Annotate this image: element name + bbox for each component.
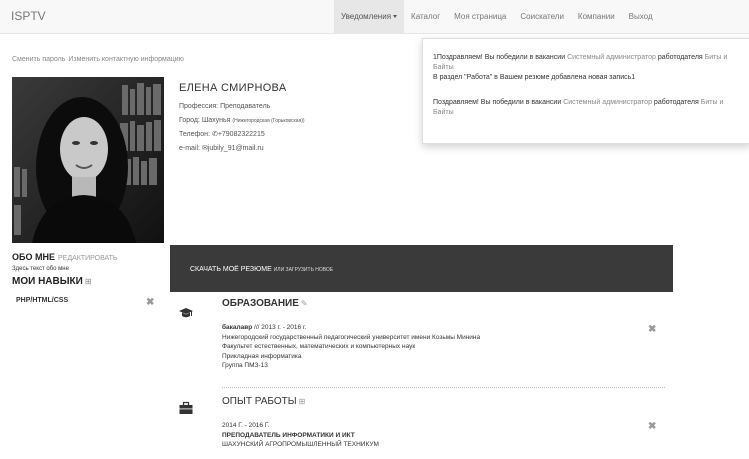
briefcase-icon bbox=[179, 401, 193, 414]
add-work-icon[interactable]: ⊞ bbox=[299, 397, 306, 406]
upload-resume-link[interactable]: ИЛИ ЗАГРУЗИТЬ НОВОЕ bbox=[274, 267, 333, 273]
email-value[interactable]: jubily_91@mail.ru bbox=[208, 145, 264, 152]
caret-down-icon bbox=[393, 15, 398, 19]
work-entry: 2014 Г. - 2016 Г. ПРЕПОДАВАТЕЛЬ ИНФОРМАТ… bbox=[222, 421, 379, 450]
nav-notifications-label: Уведомления bbox=[341, 12, 392, 21]
work-position: ПРЕПОДАВАТЕЛЬ ИНФОРМАТИКИ И ИКТ bbox=[222, 431, 355, 439]
profile-name: ЕЛЕНА СМИРНОВА bbox=[179, 82, 287, 94]
phone-value: +79082322215 bbox=[217, 131, 265, 138]
notification-item[interactable]: В раздел "Работа" в Вашем резюме добавле… bbox=[433, 73, 743, 83]
education-degree: бакалавр bbox=[222, 324, 253, 331]
main-nav: Уведомления Каталог Моя страница Соискат… bbox=[334, 0, 660, 34]
notifications-dropdown: 1Поздравляем! Вы победили в вакансии Сис… bbox=[422, 38, 749, 144]
navbar: ISPTV Уведомления Каталог Моя страница С… bbox=[0, 0, 749, 34]
edit-education-icon[interactable]: ✎ bbox=[301, 299, 308, 308]
city-region: (Нижегородская (Горьковская)) bbox=[232, 118, 305, 124]
profile-info: ЕЛЕНА СМИРНОВА Профессия: Преподаватель … bbox=[179, 82, 305, 156]
education-faculty: Факультет естественных, математических и… bbox=[222, 343, 416, 350]
nav-my-page[interactable]: Моя страница bbox=[447, 0, 513, 34]
education-entry: бакалавр /// 2013 г. - 2016 г. Нижегород… bbox=[222, 323, 480, 371]
remove-skill-close-icon[interactable]: ✖ bbox=[146, 298, 154, 308]
resume-bar: СКАЧАТЬ МОЁ РЕЗЮМЕ ИЛИ ЗАГРУЗИТЬ НОВОЕ bbox=[170, 245, 673, 292]
skills-heading: МОИ НАВЫКИ ⊞ bbox=[12, 276, 162, 287]
education-major: Прикладная информатика bbox=[222, 352, 302, 360]
about-text: Здесь текст обо мне bbox=[12, 266, 69, 272]
notification-text: работодателя bbox=[653, 99, 699, 106]
notification-item[interactable]: 1Поздравляем! Вы победили в вакансии Сис… bbox=[433, 53, 743, 73]
profession-label: Профессия: bbox=[179, 103, 219, 110]
work-title: ОПЫТ РАБОТЫ bbox=[222, 396, 297, 407]
notification-item[interactable]: Поздравляем! Вы победили в вакансии Сист… bbox=[433, 98, 743, 118]
about-heading: ОБО МНЕ РЕДАКТИРОВАТЬ bbox=[12, 252, 162, 262]
work-period: 2014 Г. - 2016 Г. bbox=[222, 422, 270, 429]
education-title: ОБРАЗОВАНИЕ bbox=[222, 298, 299, 309]
email-label: e-mail: bbox=[179, 145, 201, 152]
education-group: Группа ПМЗ-13 bbox=[222, 362, 268, 369]
education-university: Нижегородский государственный педагогиче… bbox=[222, 333, 481, 341]
about-title: ОБО МНЕ bbox=[12, 252, 55, 262]
remove-work-close-icon[interactable]: ✖ bbox=[648, 422, 656, 432]
skills-title: МОИ НАВЫКИ bbox=[12, 276, 83, 287]
city-label: Город: bbox=[179, 117, 200, 124]
email-row: e-mail: ✉jubily_91@mail.ru bbox=[179, 142, 305, 156]
add-skill-icon[interactable]: ⊞ bbox=[85, 277, 92, 286]
profile-photo bbox=[12, 77, 164, 243]
city-row: Город: Шахунья (Нижегородская (Горьковск… bbox=[179, 114, 305, 128]
work-heading: ОПЫТ РАБОТЫ ⊞ bbox=[222, 396, 305, 407]
vacancy-link[interactable]: Системный администратор bbox=[563, 99, 652, 106]
nav-logout[interactable]: Выход bbox=[622, 0, 660, 34]
brand-logo[interactable]: ISPTV bbox=[11, 9, 46, 23]
nav-catalog[interactable]: Каталог bbox=[404, 0, 447, 34]
vacancy-link[interactable]: Системный администратор bbox=[567, 54, 656, 61]
about-section: ОБО МНЕ РЕДАКТИРОВАТЬ Здесь текст обо мне… bbox=[12, 252, 162, 309]
education-period: /// 2013 г. - 2016 г. bbox=[254, 324, 307, 331]
skill-item: PHP/HTML/CSS ✖ bbox=[12, 297, 162, 309]
education-degree-row: бакалавр /// 2013 г. - 2016 г. bbox=[222, 323, 480, 333]
remove-education-close-icon[interactable]: ✖ bbox=[648, 325, 656, 335]
download-resume-link[interactable]: СКАЧАТЬ МОЁ РЕЗЮМЕ bbox=[190, 266, 272, 273]
notification-text: работодателя bbox=[657, 54, 703, 61]
change-contact-link[interactable]: Изменить контактную информацию bbox=[68, 56, 184, 63]
nav-companies[interactable]: Компании bbox=[571, 0, 622, 34]
notification-text: Поздравляем! Вы победили в вакансии bbox=[433, 99, 562, 106]
divider bbox=[222, 387, 665, 388]
skill-name: PHP/HTML/CSS bbox=[16, 297, 69, 304]
profession-value: Преподаватель bbox=[220, 103, 271, 110]
notification-text: 1Поздравляем! Вы победили в вакансии bbox=[433, 54, 566, 61]
education-heading: ОБРАЗОВАНИЕ ✎ bbox=[222, 298, 308, 309]
account-links: Сменить пароль Изменить контактную информ… bbox=[12, 56, 187, 63]
edit-about-link[interactable]: РЕДАКТИРОВАТЬ bbox=[58, 255, 118, 262]
city-value: Шахунья bbox=[201, 117, 231, 124]
phone-label: Телефон: bbox=[179, 131, 210, 138]
nav-notifications[interactable]: Уведомления bbox=[334, 0, 405, 34]
change-password-link[interactable]: Сменить пароль bbox=[12, 56, 65, 63]
graduation-cap-icon bbox=[179, 308, 193, 318]
phone-row: Телефон: ✆+79082322215 bbox=[179, 128, 305, 142]
work-company: ШАХУНСКИЙ АГРОПРОМЫШЛЕННЫЙ ТЕХНИКУМ bbox=[222, 441, 379, 448]
profession-row: Профессия: Преподаватель bbox=[179, 100, 305, 114]
divider bbox=[433, 83, 743, 98]
nav-applicants[interactable]: Соискатели bbox=[513, 0, 571, 34]
resume-actions: СКАЧАТЬ МОЁ РЕЗЮМЕ ИЛИ ЗАГРУЗИТЬ НОВОЕ bbox=[190, 266, 333, 273]
